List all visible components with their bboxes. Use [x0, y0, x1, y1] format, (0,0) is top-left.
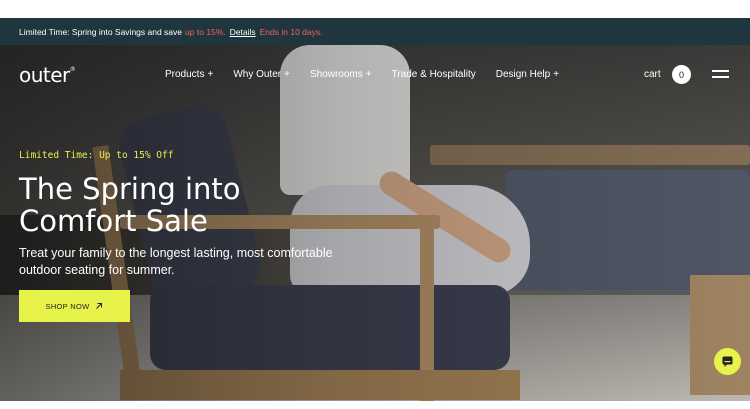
- subcopy-line-2: outdoor seating for summer.: [19, 263, 175, 277]
- plus-icon: +: [365, 69, 372, 80]
- headline-line-2: Comfort Sale: [19, 204, 208, 238]
- hero-eyebrow: Limited Time: Up to 15% Off: [19, 150, 174, 161]
- nav-item-showrooms[interactable]: Showrooms +: [310, 69, 372, 80]
- nav-item-trade-hospitality[interactable]: Trade & Hospitality: [392, 69, 476, 80]
- cart-link[interactable]: cart: [644, 69, 661, 80]
- hero-headline: The Spring into Comfort Sale: [19, 173, 349, 237]
- hero-section: outer® Products + Why Outer + Showrooms + T…: [0, 45, 750, 401]
- nav-item-label: Design Help: [495, 69, 551, 80]
- hero-subcopy: Treat your family to the longest lasting…: [19, 245, 379, 279]
- announcement-highlight: up to 15%.: [185, 26, 226, 37]
- nav-item-label: Showrooms: [309, 69, 363, 80]
- nav-item-why-outer[interactable]: Why Outer +: [233, 69, 290, 80]
- shop-now-button[interactable]: SHOP NOW: [19, 290, 130, 322]
- chat-bubble-icon: [722, 356, 733, 367]
- top-spacer: [0, 0, 750, 18]
- chat-button[interactable]: [714, 348, 741, 375]
- menu-line: [712, 70, 729, 72]
- hamburger-menu-icon[interactable]: [712, 69, 729, 79]
- menu-line: [712, 76, 729, 78]
- details-link[interactable]: Details: [230, 27, 256, 37]
- plus-icon: +: [207, 69, 214, 80]
- nav-item-label: Products: [165, 69, 205, 80]
- announcement-ends: Ends in 10 days.: [259, 26, 323, 37]
- announcement-text: Limited Time: Spring into Savings and sa…: [19, 26, 183, 37]
- main-nav: Products + Why Outer + Showrooms + Trade & …: [165, 69, 579, 80]
- subcopy-line-1: Treat your family to the longest lasting…: [19, 246, 333, 260]
- plus-icon: +: [284, 69, 290, 80]
- plus-icon: +: [553, 69, 560, 80]
- brand-logo[interactable]: outer®: [19, 63, 76, 87]
- nav-item-label: Trade & Hospitality: [391, 69, 476, 80]
- headline-line-1: The Spring into: [19, 172, 241, 206]
- nav-item-products[interactable]: Products +: [165, 69, 213, 80]
- nav-item-label: Why Outer: [233, 69, 282, 80]
- cart-count-badge[interactable]: 0: [672, 65, 691, 84]
- shop-now-label: SHOP NOW: [45, 301, 90, 311]
- arrow-up-right-icon: [96, 303, 103, 309]
- logo-text: outer: [19, 63, 70, 87]
- bottom-spacer: [0, 401, 750, 409]
- announcement-bar: Limited Time: Spring into Savings and sa…: [0, 18, 750, 45]
- logo-registered-mark: ®: [69, 66, 76, 73]
- nav-item-design-help[interactable]: Design Help +: [496, 69, 559, 80]
